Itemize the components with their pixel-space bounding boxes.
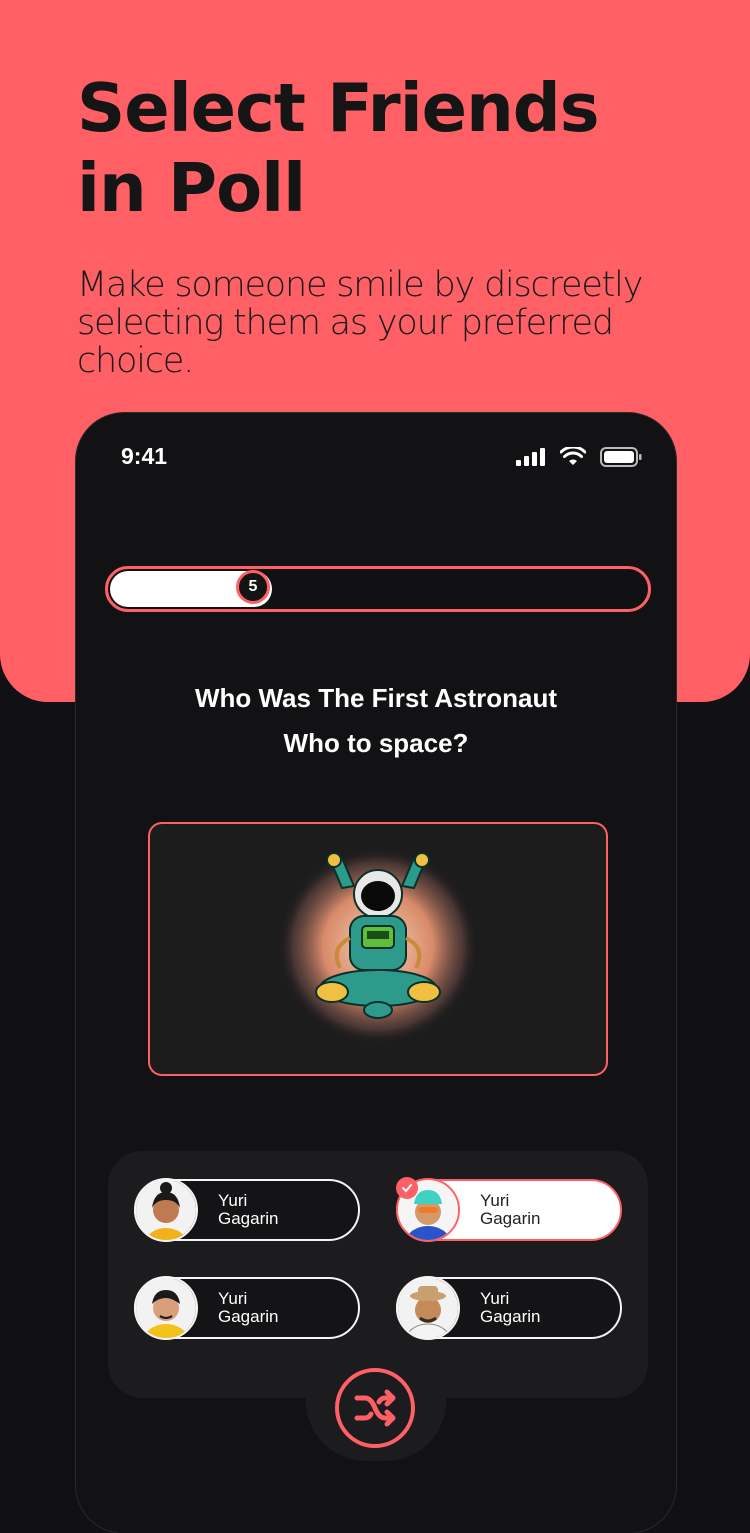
friend-option-2[interactable]: Yuri Gagarin <box>396 1177 622 1242</box>
question-text: Who Was The First Astronaut Who to space… <box>76 676 676 766</box>
progress-knob[interactable]: 5 <box>236 570 270 604</box>
friend-last-name: Gagarin <box>480 1209 541 1228</box>
hero-title: Select Friends in Poll <box>77 68 697 228</box>
friend-first-name: Yuri <box>480 1191 510 1210</box>
status-icons <box>516 447 642 467</box>
friend-name: Yuri Gagarin <box>218 1192 278 1228</box>
friend-name: Yuri Gagarin <box>218 1290 278 1326</box>
wifi-icon <box>560 447 586 465</box>
selected-check-icon <box>396 1177 418 1199</box>
avatar <box>134 1276 198 1340</box>
friend-last-name: Gagarin <box>218 1209 279 1228</box>
question-line1: Who Was The First Astronaut <box>194 683 558 713</box>
friend-first-name: Yuri <box>480 1289 510 1308</box>
friend-name: Yuri Gagarin <box>480 1192 540 1228</box>
phone-screen: 9:41 5 Who Was The First Astronaut Who t… <box>76 413 676 1533</box>
signal-icon <box>516 448 545 466</box>
avatar <box>396 1276 460 1340</box>
shuffle-icon <box>354 1389 396 1427</box>
question-image <box>148 822 608 1076</box>
astronaut-illustration <box>278 848 478 1044</box>
progress-bar: 5 <box>105 566 651 612</box>
friend-option-3[interactable]: Yuri Gagarin <box>134 1276 360 1340</box>
shuffle-button[interactable] <box>335 1368 415 1448</box>
hero-subtitle: Make someone smile by discreetly selecti… <box>77 265 643 381</box>
friend-last-name: Gagarin <box>218 1307 279 1326</box>
progress-value: 5 <box>248 578 258 595</box>
hero-title-line2: in Poll <box>77 149 306 227</box>
options-panel: Yuri Gagarin Yuri Gagarin Yuri Gagarin Y… <box>108 1151 648 1398</box>
friend-first-name: Yuri <box>218 1191 248 1210</box>
hero-title-line1: Select Friends <box>77 69 600 147</box>
friend-option-4[interactable]: Yuri Gagarin <box>396 1276 622 1340</box>
friend-option-1[interactable]: Yuri Gagarin <box>134 1178 360 1242</box>
friend-name: Yuri Gagarin <box>480 1290 540 1326</box>
status-time: 9:41 <box>121 443 168 469</box>
question-line2: Who to space? <box>283 728 469 758</box>
battery-icon <box>600 447 642 467</box>
friend-last-name: Gagarin <box>480 1307 541 1326</box>
friend-first-name: Yuri <box>218 1289 248 1308</box>
avatar <box>134 1178 198 1242</box>
